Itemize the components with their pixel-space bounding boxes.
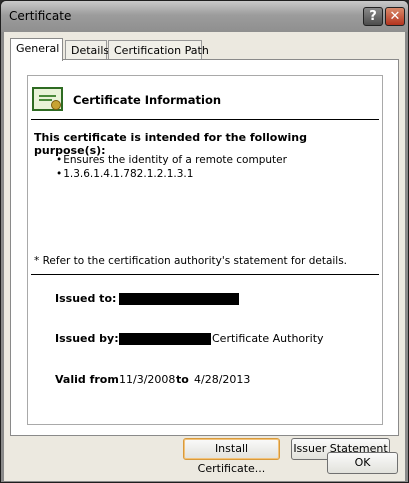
refer-note: * Refer to the certification authority's… <box>34 255 348 267</box>
redacted-issued-to <box>119 293 239 305</box>
valid-from-label: Valid from <box>55 373 119 386</box>
general-tab-panel: Certificate Information This certificate… <box>10 59 399 475</box>
certificate-info-box: Certificate Information This certificate… <box>27 75 383 425</box>
help-button[interactable]: ? <box>363 7 383 26</box>
tab-general[interactable]: General <box>10 38 63 61</box>
purpose-item: Ensures the identity of a remote compute… <box>56 153 287 167</box>
dialog-client-area: General Details Certification Path Certi… <box>4 32 405 481</box>
close-icon: ✕ <box>389 9 401 24</box>
valid-to-date: 4/28/2013 <box>194 373 251 386</box>
issued-by-suffix: Certificate Authority <box>212 332 324 345</box>
install-certificate-button[interactable]: Install Certificate... <box>183 438 280 475</box>
purpose-list: Ensures the identity of a remote compute… <box>56 153 287 181</box>
purpose-item: 1.3.6.1.4.1.782.1.2.1.3.1 <box>56 167 287 181</box>
tab-certification-path[interactable]: Certification Path <box>108 40 209 60</box>
valid-from-date: 11/3/2008 <box>119 373 176 386</box>
close-button[interactable]: ✕ <box>385 7 405 26</box>
tab-details[interactable]: Details <box>65 40 109 60</box>
window-title: Certificate <box>9 9 72 23</box>
certificate-icon <box>32 87 63 111</box>
issued-by-label: Issued by: <box>55 332 119 345</box>
title-bar[interactable]: Certificate ? ✕ <box>1 1 408 32</box>
certificate-info-title: Certificate Information <box>73 93 222 107</box>
divider <box>31 119 379 120</box>
redacted-issued-by <box>119 333 211 345</box>
issued-to-label: Issued to: <box>55 292 117 305</box>
certificate-dialog: Certificate ? ✕ General Details Certific… <box>0 0 409 483</box>
ok-button[interactable]: OK <box>327 452 398 474</box>
valid-to-label: to <box>176 373 189 386</box>
divider <box>31 274 379 275</box>
help-icon: ? <box>369 9 377 24</box>
